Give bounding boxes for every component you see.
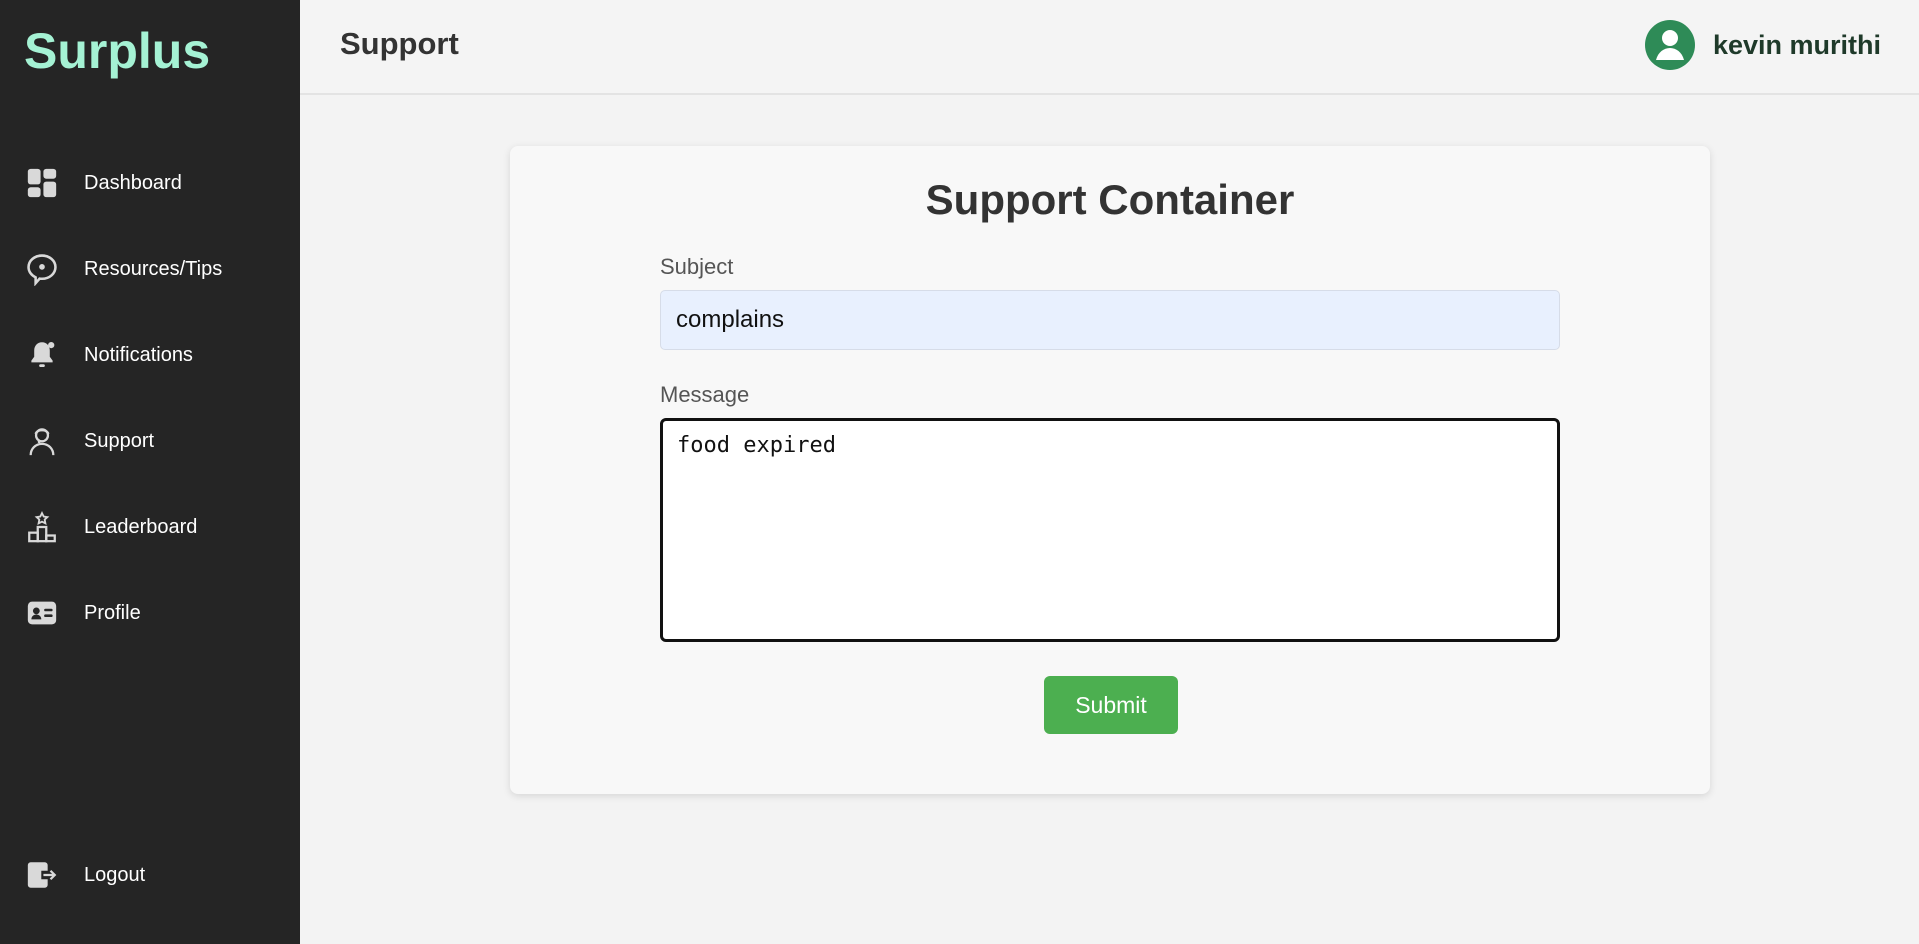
sidebar-item-dashboard[interactable]: Dashboard <box>0 140 300 226</box>
sidebar-item-profile[interactable]: Profile <box>0 570 300 656</box>
chat-bubble-icon <box>24 251 60 287</box>
page-title: Support <box>340 26 459 61</box>
message-label: Message <box>660 382 750 407</box>
top-bar: Support kevin murithi <box>300 0 1919 95</box>
submit-button[interactable]: Submit <box>1044 676 1178 734</box>
sidebar-item-notifications[interactable]: Notifications <box>0 312 300 398</box>
logout-button[interactable]: Logout <box>0 832 300 918</box>
sidebar-item-label: Support <box>84 429 155 452</box>
sidebar-item-label: Profile <box>84 601 141 624</box>
bell-icon <box>24 337 60 373</box>
sidebar-item-support[interactable]: Support <box>0 398 300 484</box>
sidebar-item-label: Resources/Tips <box>84 257 223 280</box>
logout-section: Logout <box>0 832 300 918</box>
user-name[interactable]: kevin murithi <box>1713 30 1881 61</box>
sidebar-item-resources[interactable]: Resources/Tips <box>0 226 300 312</box>
main-content: Support kevin murithi Support Container … <box>300 0 1919 944</box>
subject-label: Subject <box>660 254 734 279</box>
sidebar: Surplus Dashboard Resources/Tips Notific… <box>0 0 300 944</box>
user-menu[interactable]: kevin murithi <box>1644 20 1881 70</box>
support-agent-icon <box>24 423 60 459</box>
logout-icon <box>24 857 60 893</box>
support-form: Subject Message food expired <box>660 254 1560 647</box>
sidebar-nav: Dashboard Resources/Tips Notifications S… <box>0 140 300 656</box>
dashboard-icon <box>24 165 60 201</box>
sidebar-item-label: Notifications <box>84 343 193 366</box>
sidebar-item-leaderboard[interactable]: Leaderboard <box>0 484 300 570</box>
sidebar-item-label: Dashboard <box>84 171 182 194</box>
podium-icon <box>24 509 60 545</box>
subject-input[interactable] <box>660 290 1560 350</box>
brand-logo[interactable]: Surplus <box>24 22 210 80</box>
support-card-title: Support Container <box>925 176 1295 223</box>
user-avatar-icon[interactable] <box>1644 20 1695 70</box>
sidebar-item-label: Leaderboard <box>84 515 198 538</box>
logout-label: Logout <box>84 863 146 886</box>
support-card: Support Container Subject Message food e… <box>510 146 1710 794</box>
app-root: Surplus Dashboard Resources/Tips Notific… <box>0 0 1919 944</box>
id-card-icon <box>24 595 60 631</box>
message-textarea[interactable]: food expired <box>660 418 1560 642</box>
